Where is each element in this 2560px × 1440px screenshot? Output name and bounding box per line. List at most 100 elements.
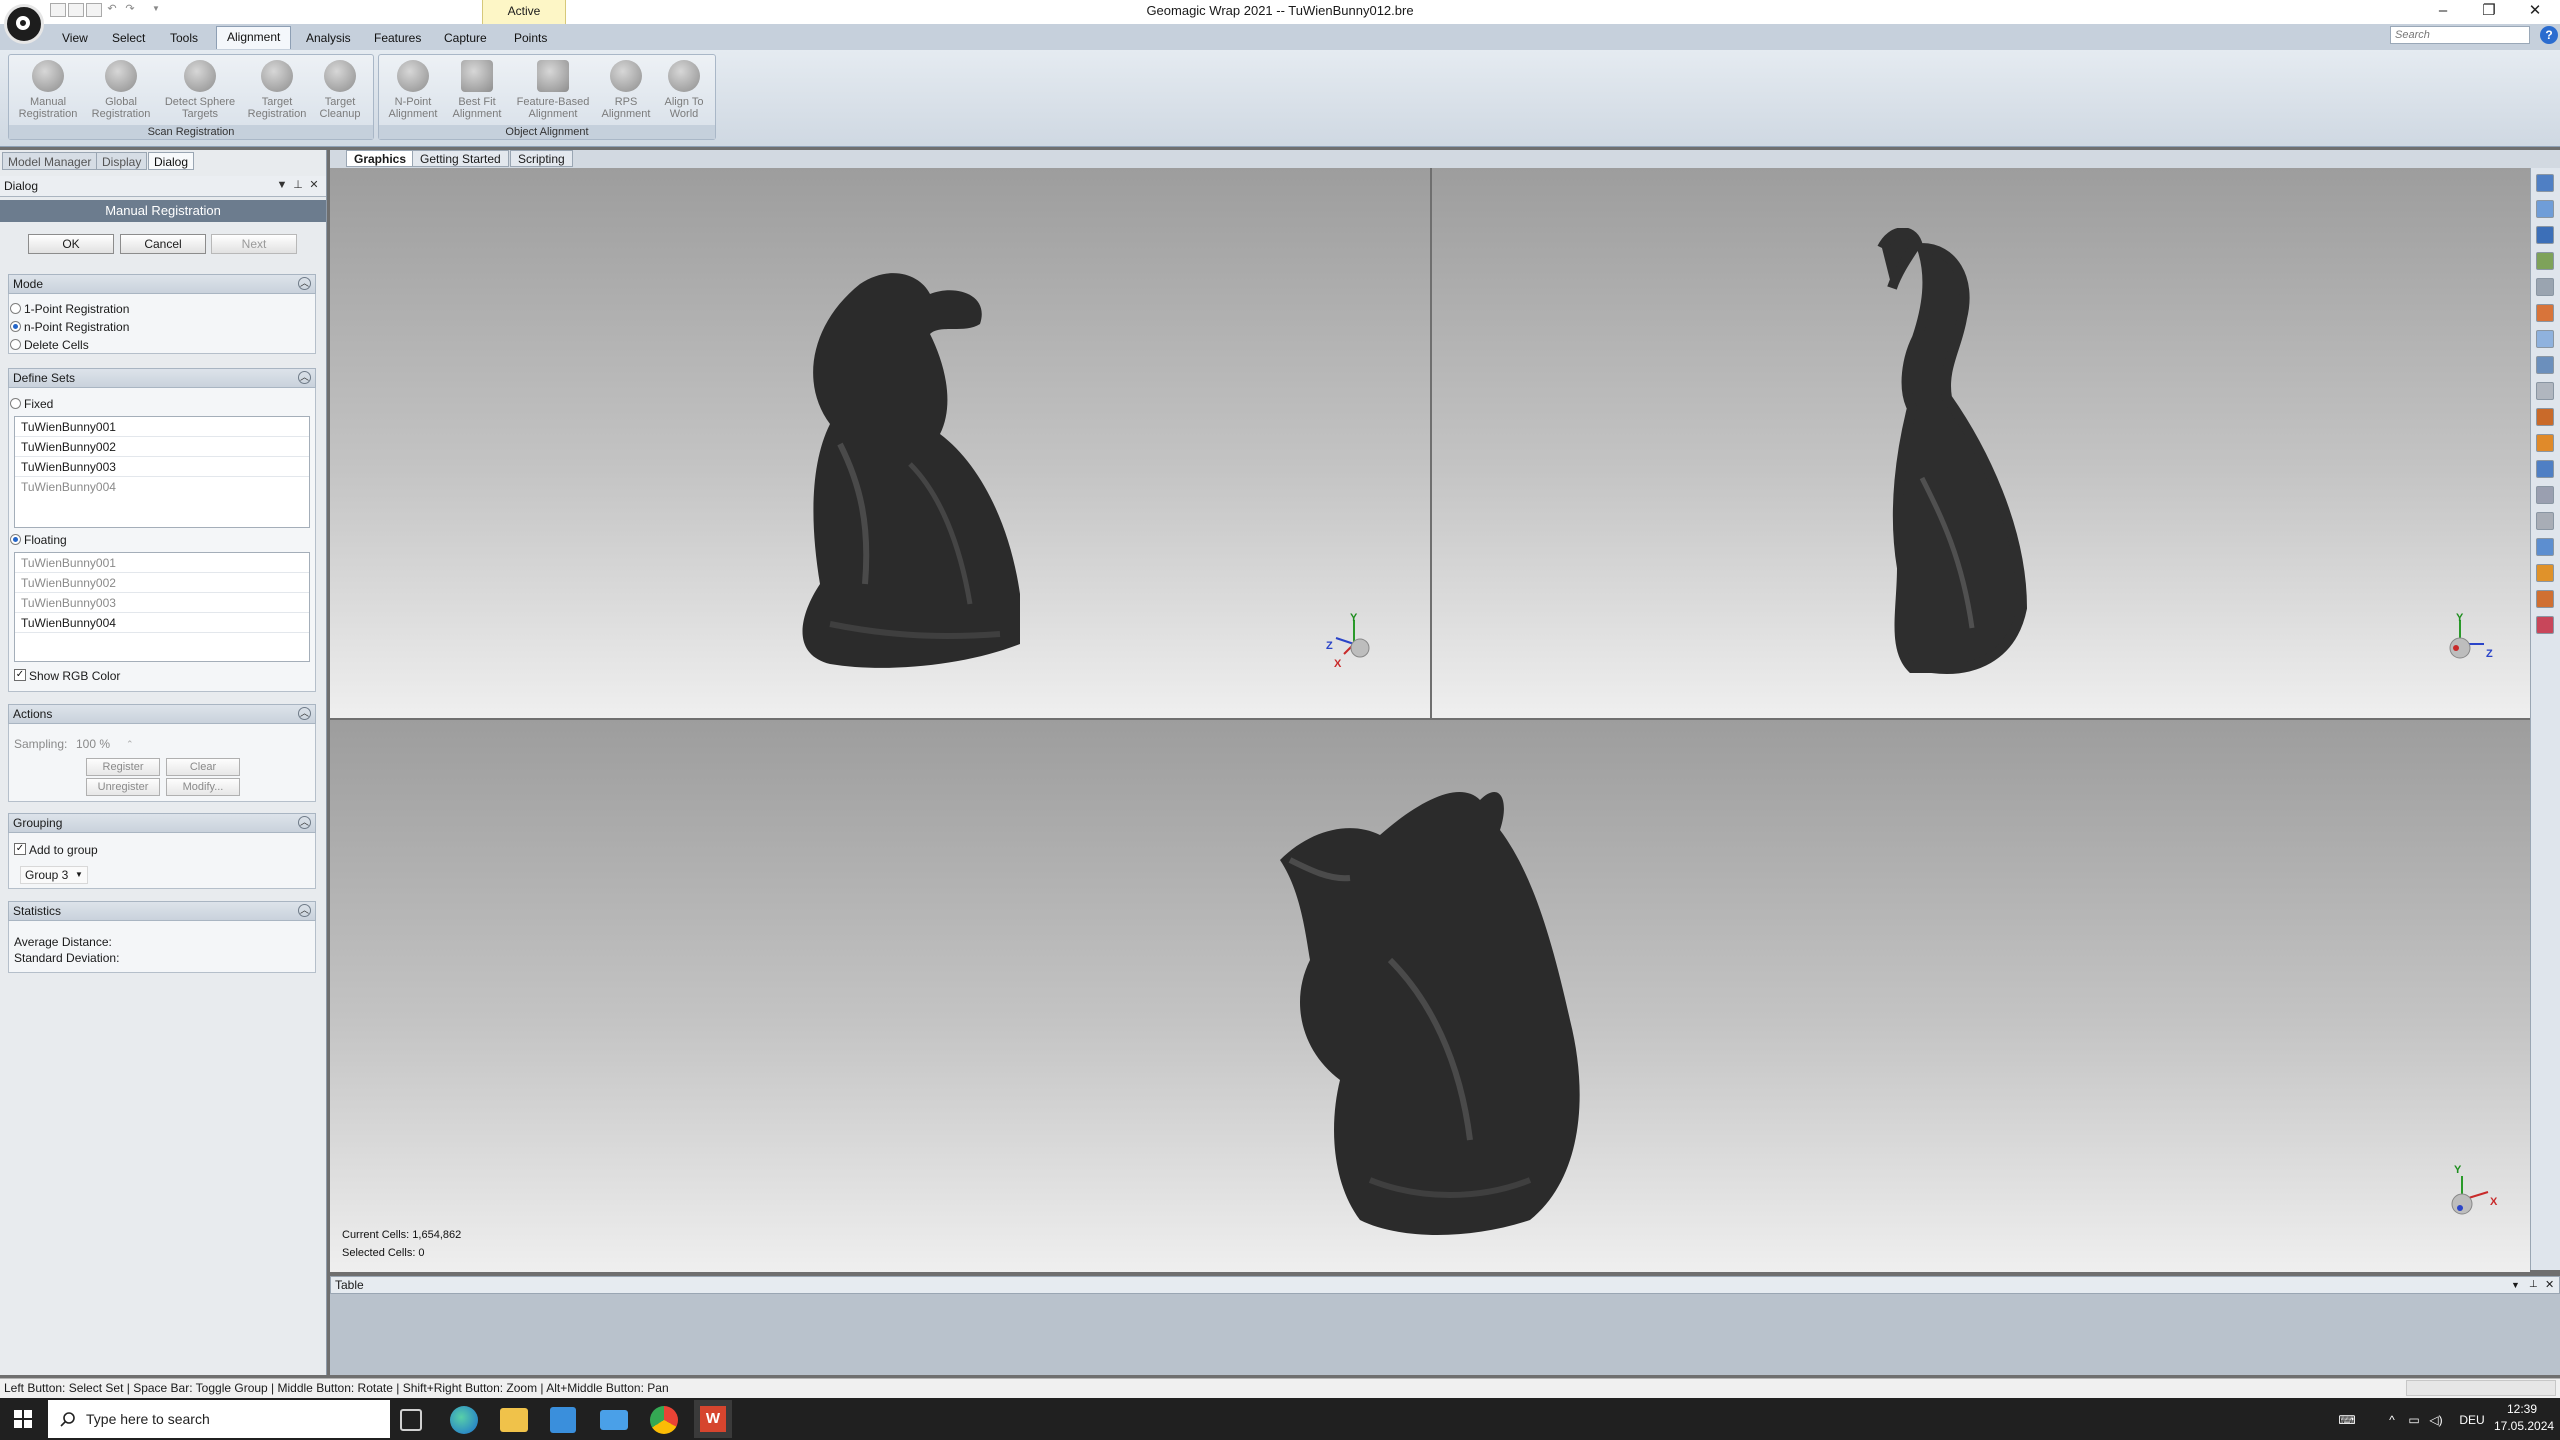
color-map-icon[interactable]	[2536, 616, 2554, 634]
cancel-button[interactable]: Cancel	[120, 234, 206, 254]
viewport-bottom[interactable]: Y X Current Cells: 1,654,862 Selected Ce…	[330, 720, 2530, 1272]
tab-capture[interactable]: Capture	[434, 28, 497, 48]
tab-scripting[interactable]: Scripting	[510, 150, 573, 167]
tab-getting-started[interactable]: Getting Started	[412, 150, 509, 167]
undo-icon[interactable]: ↶	[104, 3, 120, 17]
color-icon[interactable]	[2536, 304, 2554, 322]
list-item[interactable]: TuWienBunny002	[15, 437, 309, 457]
paint-icon[interactable]	[2536, 434, 2554, 452]
search-input[interactable]: Search	[2390, 26, 2530, 44]
app-logo-icon[interactable]	[4, 4, 44, 44]
show-rgb-checkbox[interactable]: ✓	[14, 669, 26, 681]
collapse-icon[interactable]: ︿	[298, 707, 311, 720]
n-point-alignment-button[interactable]: N-Point Alignment	[382, 60, 444, 126]
global-registration-button[interactable]: Global Registration	[86, 60, 156, 126]
add-to-group-checkbox[interactable]: ✓	[14, 843, 26, 855]
tab-features[interactable]: Features	[364, 28, 431, 48]
radio-n-point[interactable]	[10, 321, 21, 332]
orient-icon[interactable]	[2536, 226, 2554, 244]
define-sets-section-header[interactable]: Define Sets ︿	[8, 368, 316, 388]
store-icon[interactable]	[550, 1407, 576, 1433]
grouping-section-header[interactable]: Grouping ︿	[8, 813, 316, 833]
layer-icon[interactable]	[2536, 252, 2554, 270]
clear-button[interactable]: Clear	[166, 758, 240, 776]
deselect-icon[interactable]	[2536, 538, 2554, 556]
pin-icon[interactable]: ⊥	[2529, 1278, 2538, 1292]
pin-icon[interactable]: ⊥	[292, 178, 304, 192]
bunny-model[interactable]	[770, 264, 1030, 684]
align-to-world-button[interactable]: Align To World	[656, 60, 712, 126]
new-file-icon[interactable]	[50, 3, 66, 17]
fill-icon[interactable]	[2536, 564, 2554, 582]
collapse-icon[interactable]: ︿	[298, 277, 311, 290]
actions-section-header[interactable]: Actions ︿	[8, 704, 316, 724]
sampling-value[interactable]: 100 %	[76, 737, 110, 751]
chevron-up-icon[interactable]: ^	[2384, 1404, 2400, 1436]
modify-button[interactable]: Modify...	[166, 778, 240, 796]
group-select[interactable]: Group 3 ▼	[20, 866, 88, 884]
tab-model-manager[interactable]: Model Manager	[2, 152, 98, 170]
collapse-icon[interactable]: ︿	[298, 904, 311, 917]
task-view-icon[interactable]	[400, 1409, 422, 1431]
target-registration-button[interactable]: Target Registration	[244, 60, 310, 126]
polyline-icon[interactable]	[2536, 486, 2554, 504]
rps-alignment-button[interactable]: RPS Alignment	[598, 60, 654, 126]
geomagic-taskbar-button[interactable]: W	[694, 1400, 732, 1438]
save-icon[interactable]	[86, 3, 102, 17]
chrome-icon[interactable]	[650, 1406, 678, 1434]
minimize-button[interactable]: –	[2420, 0, 2466, 24]
list-item[interactable]: TuWienBunny001	[15, 553, 309, 573]
zoom-icon[interactable]	[2536, 278, 2554, 296]
file-explorer-icon[interactable]	[500, 1408, 528, 1432]
view-icon[interactable]	[2536, 174, 2554, 192]
tab-dialog[interactable]: Dialog	[148, 152, 195, 170]
language-indicator[interactable]: DEU	[2458, 1404, 2486, 1436]
list-item[interactable]: TuWienBunny002	[15, 573, 309, 593]
open-file-icon[interactable]	[68, 3, 84, 17]
feature-based-alignment-button[interactable]: Feature-Based Alignment	[510, 60, 596, 126]
edge-icon[interactable]	[450, 1406, 478, 1434]
mode-section-header[interactable]: Mode ︿	[8, 274, 316, 294]
statistics-section-header[interactable]: Statistics ︿	[8, 901, 316, 921]
tab-view[interactable]: View	[52, 28, 98, 48]
volume-icon[interactable]: ◁)	[2426, 1404, 2446, 1436]
help-icon[interactable]: ?	[2540, 26, 2558, 44]
list-item[interactable]: TuWienBunny003	[15, 593, 309, 613]
bunny-model[interactable]	[1270, 760, 1590, 1240]
list-item[interactable]: TuWienBunny004	[15, 613, 309, 633]
window-icon[interactable]	[2536, 330, 2554, 348]
radio-floating[interactable]	[10, 534, 21, 545]
windows-start-icon[interactable]	[14, 1410, 32, 1428]
ok-button[interactable]: OK	[28, 234, 114, 254]
panel-dropdown-icon[interactable]: ▼	[2511, 1278, 2520, 1292]
close-panel-icon[interactable]: ✕	[308, 178, 320, 192]
collapse-icon[interactable]: ︿	[298, 371, 311, 384]
detect-sphere-targets-button[interactable]: Detect Sphere Targets	[158, 60, 242, 126]
restore-button[interactable]: ❐	[2466, 0, 2512, 24]
tab-tools[interactable]: Tools	[160, 28, 208, 48]
tab-select[interactable]: Select	[102, 28, 155, 48]
floating-list[interactable]: TuWienBunny001 TuWienBunny002 TuWienBunn…	[14, 552, 310, 662]
viewport-right[interactable]: Y Z	[1432, 168, 2530, 718]
manual-registration-button[interactable]: Manual Registration	[12, 60, 84, 126]
tab-analysis[interactable]: Analysis	[296, 28, 361, 48]
brush-icon[interactable]	[2536, 408, 2554, 426]
list-item[interactable]: TuWienBunny004	[15, 477, 309, 497]
close-button[interactable]: ✕	[2512, 0, 2558, 24]
redo-icon[interactable]: ↷	[122, 3, 138, 17]
sampling-spinner-icon[interactable]: ⌃	[126, 737, 134, 751]
list-item[interactable]: TuWienBunny001	[15, 417, 309, 437]
unregister-button[interactable]: Unregister	[86, 778, 160, 796]
tab-alignment[interactable]: Alignment	[216, 26, 292, 49]
lasso-icon[interactable]	[2536, 382, 2554, 400]
list-item[interactable]: TuWienBunny003	[15, 457, 309, 477]
next-button[interactable]: Next	[211, 234, 297, 254]
tab-display[interactable]: Display	[96, 152, 148, 170]
close-panel-icon[interactable]: ✕	[2545, 1278, 2554, 1292]
best-fit-alignment-button[interactable]: Best Fit Alignment	[446, 60, 508, 126]
custom-icon[interactable]	[2536, 512, 2554, 530]
tab-points[interactable]: Points	[504, 28, 557, 48]
select-icon[interactable]	[2536, 356, 2554, 374]
fixed-list[interactable]: TuWienBunny001 TuWienBunny002 TuWienBunn…	[14, 416, 310, 528]
collapse-icon[interactable]: ︿	[298, 816, 311, 829]
